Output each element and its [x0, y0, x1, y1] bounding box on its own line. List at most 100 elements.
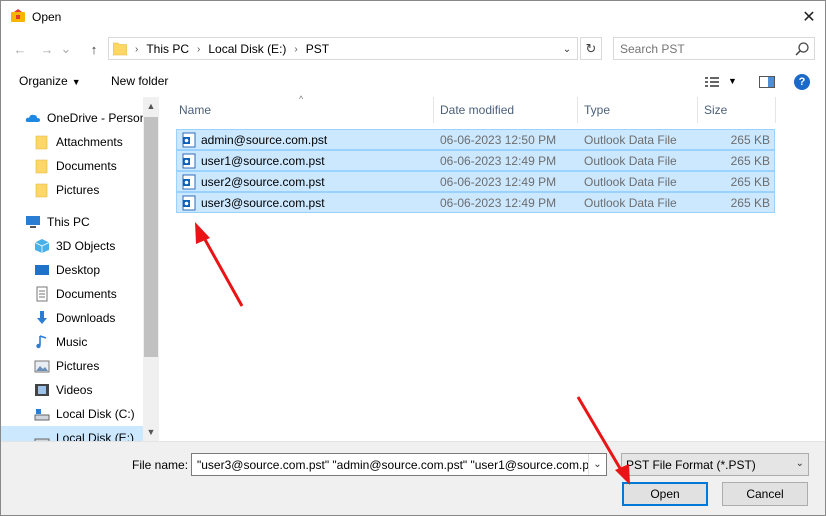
sidebar-item-attachments[interactable]: Attachments — [1, 130, 143, 153]
file-row[interactable]: user3@source.com.pst 06-06-2023 12:49 PM… — [176, 192, 775, 213]
sidebar-item-desktop[interactable]: Desktop — [1, 258, 143, 281]
sidebar-item-label: Desktop — [56, 262, 101, 277]
chevron-down-icon: ⌄ — [795, 458, 804, 469]
file-row[interactable]: user1@source.com.pst 06-06-2023 12:49 PM… — [176, 150, 775, 171]
app-icon — [11, 9, 25, 22]
file-name-dropdown-button[interactable]: ⌄ — [588, 454, 606, 475]
file-name: user2@source.com.pst — [201, 175, 325, 189]
file-name-combobox[interactable]: "user3@source.com.pst" "admin@source.com… — [191, 453, 607, 476]
address-bar[interactable]: › This PC › Local Disk (E:) › PST ⌄ — [108, 37, 578, 60]
column-header-type[interactable]: Type — [578, 97, 698, 123]
sidebar-item-label: Downloads — [56, 310, 116, 325]
music-icon — [36, 334, 47, 348]
file-date: 06-06-2023 12:49 PM — [440, 175, 557, 189]
up-button[interactable]: ↑ — [84, 39, 104, 59]
sidebar-item-documents[interactable]: Documents — [1, 282, 143, 305]
cloud-icon — [25, 114, 40, 122]
preview-pane-icon[interactable] — [759, 75, 775, 89]
file-date: 06-06-2023 12:49 PM — [440, 196, 557, 210]
open-dialog: Open ✕ ← → ⌄ ↑ › This PC › Local Disk (E… — [0, 0, 826, 516]
search-input[interactable] — [620, 40, 790, 57]
navigation-scrollbar[interactable]: ▲ ▼ — [143, 97, 159, 441]
sidebar-item-pictures[interactable]: Pictures — [1, 354, 143, 377]
outlook-data-file-icon — [182, 132, 196, 148]
breadcrumb-pst[interactable]: PST — [306, 42, 329, 56]
search-box[interactable] — [613, 37, 815, 60]
refresh-icon: ↻ — [585, 40, 597, 56]
column-header-label: Date modified — [440, 103, 515, 117]
sidebar-item-onedrive[interactable]: OneDrive - Person — [1, 106, 143, 129]
drive-icon — [34, 438, 50, 441]
sidebar-item-local-disk-c[interactable]: Local Disk (C:) — [1, 402, 143, 425]
sidebar-item-3d-objects[interactable]: 3D Objects — [1, 234, 143, 257]
title-bar: Open ✕ — [1, 1, 825, 32]
sidebar-item-videos[interactable]: Videos — [1, 378, 143, 401]
sidebar-item-pictures-onedrive[interactable]: Pictures — [1, 178, 143, 201]
column-header-date-modified[interactable]: Date modified — [434, 97, 578, 123]
folder-icon — [35, 183, 48, 197]
file-type: Outlook Data File — [584, 154, 677, 168]
sidebar-item-music[interactable]: Music — [1, 330, 143, 353]
cancel-button-label: Cancel — [746, 487, 784, 501]
breadcrumb: › This PC › Local Disk (E:) › PST — [135, 42, 329, 56]
desktop-icon — [35, 264, 49, 275]
search-icon — [795, 42, 809, 56]
chevron-down-icon: ⌄ — [60, 41, 72, 56]
scrollbar-thumb[interactable] — [144, 117, 158, 357]
breadcrumb-this-pc[interactable]: This PC — [146, 42, 189, 56]
column-header-label: Type — [584, 103, 611, 117]
sidebar-item-label: Pictures — [56, 182, 100, 197]
close-button[interactable]: ✕ — [793, 1, 825, 32]
new-folder-button[interactable]: New folder — [111, 74, 168, 88]
file-size: 265 KB — [730, 175, 770, 189]
breadcrumb-local-disk-e[interactable]: Local Disk (E:) — [208, 42, 286, 56]
outlook-data-file-icon — [182, 174, 196, 190]
scroll-down-icon[interactable]: ▼ — [143, 425, 159, 439]
organize-button[interactable]: Organize ▼ — [19, 74, 81, 88]
file-type: Outlook Data File — [584, 133, 677, 147]
file-size: 265 KB — [730, 133, 770, 147]
computer-icon — [26, 215, 40, 228]
sidebar-item-downloads[interactable]: Downloads — [1, 306, 143, 329]
file-name: user3@source.com.pst — [201, 196, 325, 210]
sidebar-item-this-pc[interactable]: This PC — [1, 210, 143, 233]
forward-button[interactable]: → — [37, 39, 57, 59]
scroll-up-icon[interactable]: ▲ — [143, 99, 159, 113]
sidebar-item-local-disk-e[interactable]: Local Disk (E:) — [1, 426, 143, 441]
chevron-right-icon: › — [294, 43, 298, 55]
file-name-label: File name: — [132, 458, 189, 472]
sidebar-item-label: Local Disk (C:) — [56, 406, 135, 421]
sidebar-item-label: 3D Objects — [56, 238, 116, 253]
cube-icon — [34, 238, 50, 253]
file-name: admin@source.com.pst — [201, 133, 328, 147]
video-icon — [35, 383, 49, 396]
caret-down-icon: ▼ — [71, 77, 81, 87]
file-name-input[interactable]: "user3@source.com.pst" "admin@source.com… — [197, 458, 606, 472]
up-arrow-icon: ↑ — [90, 41, 98, 57]
file-date: 06-06-2023 12:49 PM — [440, 154, 557, 168]
view-options-caret-icon[interactable]: ▼ — [728, 76, 737, 86]
sidebar-item-documents-onedrive[interactable]: Documents — [1, 154, 143, 177]
refresh-button[interactable]: ↻ — [580, 37, 602, 60]
view-details-icon[interactable] — [704, 75, 720, 89]
back-button[interactable]: ← — [10, 39, 30, 59]
file-row[interactable]: user2@source.com.pst 06-06-2023 12:49 PM… — [176, 171, 775, 192]
open-button[interactable]: Open — [622, 482, 708, 506]
help-icon[interactable]: ? — [794, 74, 810, 90]
file-type-filter-select[interactable]: PST File Format (*.PST) ⌄ — [621, 453, 809, 476]
column-header-name[interactable]: Name — [173, 97, 434, 123]
column-header-size[interactable]: Size — [698, 97, 776, 123]
organize-label: Organize — [19, 74, 68, 88]
sidebar-item-label: OneDrive - Person — [47, 110, 143, 125]
cancel-button[interactable]: Cancel — [722, 482, 808, 506]
folder-icon — [113, 42, 127, 56]
pictures-icon — [34, 360, 50, 372]
recent-locations-button[interactable]: ⌄ — [59, 39, 73, 59]
dialog-footer: File name: "user3@source.com.pst" "admin… — [1, 441, 825, 515]
back-arrow-icon: ← — [13, 41, 27, 57]
column-header-label: Size — [704, 103, 728, 117]
file-row[interactable]: admin@source.com.pst 06-06-2023 12:50 PM… — [176, 129, 775, 150]
documents-icon — [36, 286, 48, 301]
sidebar-item-label: Music — [56, 334, 88, 349]
address-dropdown-button[interactable]: ⌄ — [559, 41, 575, 57]
